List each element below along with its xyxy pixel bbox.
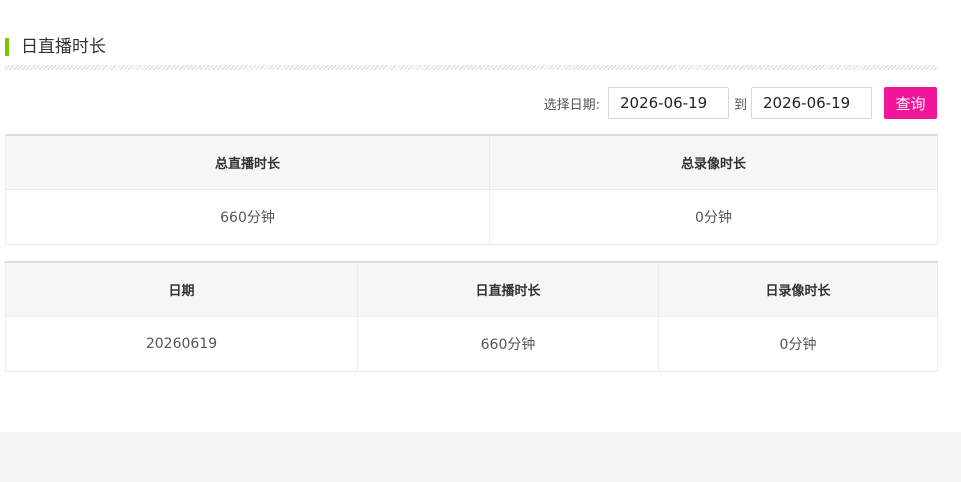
end-date-input[interactable] — [751, 87, 872, 119]
header-total-recording-duration: 总录像时长 — [489, 134, 938, 190]
title-divider — [5, 65, 937, 70]
section-title: 日直播时长 — [5, 36, 106, 58]
header-daily-live-duration: 日直播时长 — [357, 261, 659, 317]
header-total-live-duration: 总直播时长 — [5, 134, 490, 190]
cell-daily-recording-duration: 0分钟 — [658, 316, 938, 372]
title-accent-bar — [5, 38, 9, 56]
cell-date: 20260619 — [5, 316, 358, 372]
header-date: 日期 — [5, 261, 358, 317]
summary-table: 总直播时长 总录像时长 660分钟 0分钟 — [5, 134, 938, 245]
cell-daily-live-duration: 660分钟 — [357, 316, 659, 372]
table-row: 660分钟 0分钟 — [5, 189, 938, 245]
cell-total-recording-duration: 0分钟 — [489, 189, 938, 245]
cell-total-live-duration: 660分钟 — [5, 189, 490, 245]
date-query-bar: 选择日期: 到 查询 — [544, 86, 937, 120]
table-header-row: 总直播时长 总录像时长 — [5, 134, 938, 190]
page-footer — [0, 432, 961, 482]
table-header-row: 日期 日直播时长 日录像时长 — [5, 261, 938, 317]
date-range-label: 选择日期: — [543, 97, 600, 113]
daily-table: 日期 日直播时长 日录像时长 20260619 660分钟 0分钟 — [5, 261, 938, 372]
table-row: 20260619 660分钟 0分钟 — [5, 316, 938, 372]
start-date-input[interactable] — [607, 87, 729, 119]
page-title: 日直播时长 — [21, 37, 106, 57]
header-daily-recording-duration: 日录像时长 — [658, 261, 938, 317]
date-range-separator: 到 — [733, 97, 747, 113]
query-button[interactable]: 查询 — [884, 87, 937, 119]
